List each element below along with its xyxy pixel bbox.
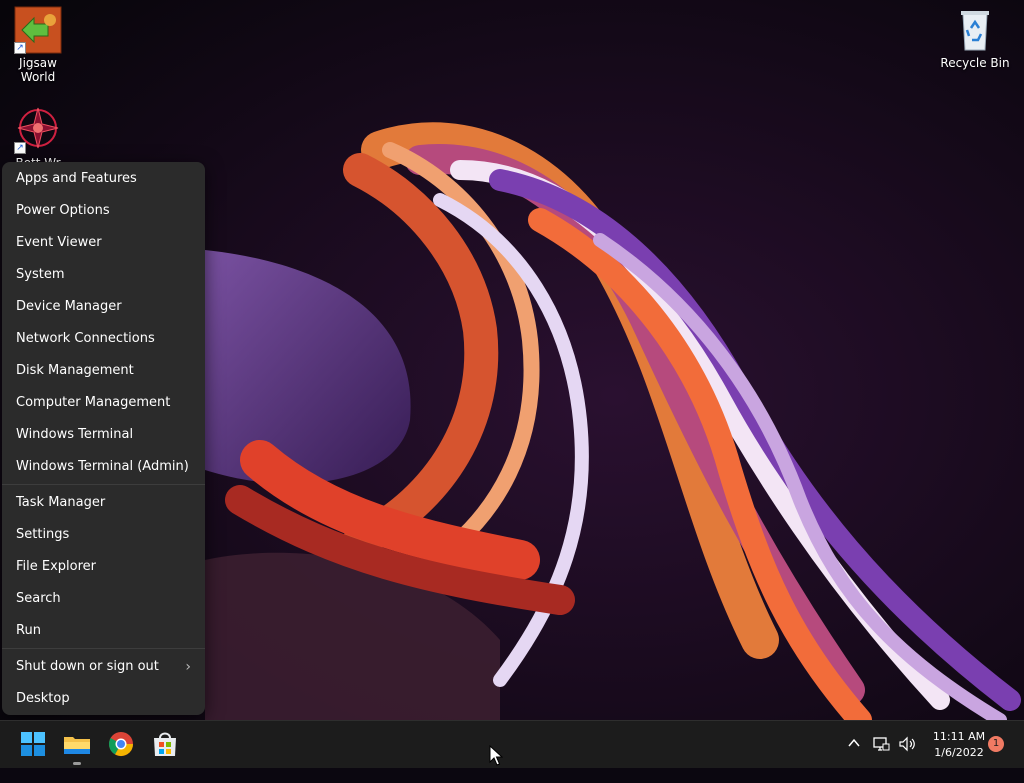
file-explorer-icon	[64, 737, 90, 754]
clock-date: 1/6/2022	[934, 746, 984, 759]
recycle-bin-icon	[951, 6, 999, 54]
running-indicator	[73, 762, 81, 765]
jigsaw-world-icon: ↗	[14, 6, 62, 54]
quick-link-menu: Apps and Features Power Options Event Vi…	[2, 162, 205, 715]
chevron-right-icon: ›	[185, 659, 191, 675]
network-icon	[873, 737, 890, 751]
menu-item-search[interactable]: Search	[2, 583, 205, 615]
menu-separator	[2, 648, 205, 649]
clock-time: 11:11 AM	[932, 730, 986, 743]
microsoft-store-icon	[154, 732, 176, 756]
desktop-icon-label: Recycle Bin	[940, 56, 1010, 70]
network-button[interactable]	[872, 735, 890, 783]
menu-item-device-manager[interactable]: Device Manager	[2, 291, 205, 323]
shortcut-arrow-icon: ↗	[14, 42, 26, 54]
menu-item-system[interactable]: System	[2, 259, 205, 291]
chrome-icon	[108, 732, 133, 757]
clock-button[interactable]: 11:11 AM 1/6/2022	[928, 729, 990, 761]
menu-item-windows-terminal[interactable]: Windows Terminal	[2, 419, 205, 451]
desktop-icon-label: Jigsaw World	[19, 56, 57, 84]
menu-item-desktop[interactable]: Desktop	[2, 683, 205, 715]
menu-item-file-explorer[interactable]: File Explorer	[2, 551, 205, 583]
menu-item-label: Shut down or sign out	[16, 659, 159, 674]
desktop-icon-bott-wr[interactable]: ↗ Bott Wr	[0, 106, 76, 170]
menu-item-windows-terminal-admin[interactable]: Windows Terminal (Admin)	[2, 451, 205, 483]
volume-icon	[899, 736, 915, 752]
taskbar-chrome[interactable]	[106, 729, 136, 759]
menu-item-network-connections[interactable]: Network Connections	[2, 323, 205, 355]
taskbar-microsoft-store[interactable]	[150, 729, 180, 759]
star-mandala-icon: ↗	[14, 106, 62, 154]
volume-button[interactable]	[898, 735, 916, 783]
taskbar: 11:11 AM 1/6/2022	[0, 720, 1024, 768]
menu-item-run[interactable]: Run	[2, 615, 205, 647]
mouse-cursor-icon	[489, 744, 504, 771]
chevron-up-icon	[848, 738, 860, 747]
menu-separator	[2, 484, 205, 485]
menu-item-power-options[interactable]: Power Options	[2, 195, 205, 227]
menu-item-shut-down-or-sign-out[interactable]: Shut down or sign out ›	[2, 651, 205, 683]
menu-item-event-viewer[interactable]: Event Viewer	[2, 227, 205, 259]
menu-item-computer-management[interactable]: Computer Management	[2, 387, 205, 419]
desktop-icon-jigsaw-world[interactable]: ↗ Jigsaw World	[0, 6, 76, 84]
shortcut-arrow-icon: ↗	[14, 142, 26, 154]
menu-item-disk-management[interactable]: Disk Management	[2, 355, 205, 387]
show-hidden-icons-button[interactable]	[846, 735, 862, 783]
start-button[interactable]	[18, 729, 48, 759]
menu-item-settings[interactable]: Settings	[2, 519, 205, 551]
menu-item-apps-and-features[interactable]: Apps and Features	[2, 163, 205, 195]
taskbar-file-explorer[interactable]	[62, 729, 92, 765]
menu-item-task-manager[interactable]: Task Manager	[2, 487, 205, 519]
desktop-icon-recycle-bin[interactable]: Recycle Bin	[937, 6, 1013, 70]
notification-badge[interactable]: 1	[988, 736, 1004, 752]
start-icon	[21, 732, 45, 756]
